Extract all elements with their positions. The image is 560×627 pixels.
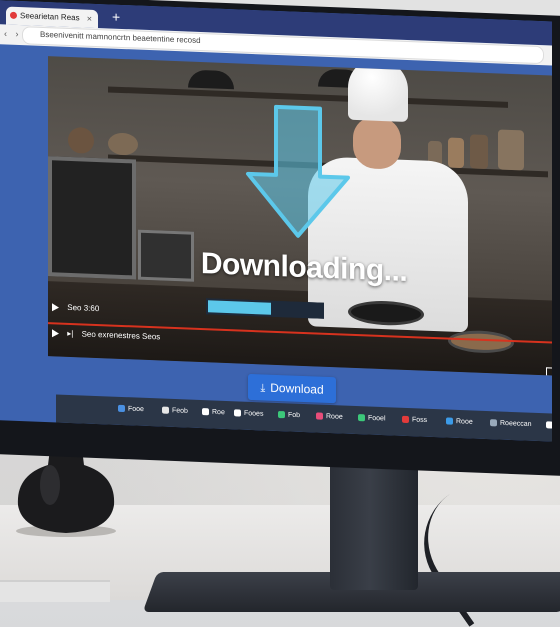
next-icon[interactable]: ▸| [67,329,73,338]
app-icon [490,419,497,427]
taskbar-item-label: Rooe [326,413,343,421]
close-icon[interactable]: × [87,10,92,28]
keyboard [0,580,110,602]
app-icon [316,412,323,420]
taskbar-item[interactable]: Roeeccan [490,419,532,428]
taskbar-item[interactable]: Foss [402,415,428,425]
fullscreen-icon[interactable] [546,367,552,376]
download-progress-fill [208,300,271,315]
taskbar-item[interactable]: Rooe [446,417,473,426]
download-arrow-icon [246,104,350,238]
taskbar-item[interactable]: Feob [162,406,188,415]
jar [498,129,524,171]
jar [470,134,488,170]
taskbar-item-label: Fooes [244,410,264,418]
kitchen-counter [48,281,552,376]
video-time-row: Seo 3:60 [52,302,99,313]
download-button[interactable]: ⤓ Download [248,373,336,404]
taskbar-item-label: Fooe [128,405,144,414]
taskbar-item[interactable]: Fob [278,410,301,420]
app-icon [234,409,241,417]
app-icon [358,414,365,422]
jar [448,137,464,169]
taskbar-item[interactable]: Roe [202,408,225,416]
chef-hat [348,57,408,122]
tab-title: Seearietan Reas [20,11,80,23]
taskbar-item-label: Fob [288,411,301,420]
monitor: Seearietan Reas × + ‹ › ↻ Bseenivenitt m… [0,0,560,477]
new-tab-icon[interactable]: + [112,9,120,25]
taskbar-item-label: Roeeccan [500,419,532,429]
vase [16,449,116,537]
taskbar-item-label: Fooel [368,414,386,423]
taskbar-item[interactable]: Fooes [234,409,264,418]
taskbar-item[interactable]: Rooe [316,412,343,421]
pot [68,126,94,154]
app-icon [162,406,169,414]
taskbar-item-label: Rooe [456,418,473,426]
taskbar-item-label: Roe [212,408,225,417]
app-icon [118,404,125,413]
app-icon [402,415,409,424]
taskbar-item[interactable]: Foe [546,421,552,429]
chef-head [353,115,401,170]
download-button-label: Download [270,380,324,397]
screen: Seearietan Reas × + ‹ › ↻ Bseenivenitt m… [0,0,552,442]
tab-favicon-icon [10,11,17,19]
video-player[interactable]: Downloading... Seo 3:60 ▸| Seo exrenestr… [48,56,552,376]
app-icon [546,421,552,429]
taskbar-item-label: Foss [412,416,428,425]
app-icon [446,417,453,425]
pendant-lamp [188,69,234,90]
taskbar-item[interactable]: Fooel [358,414,386,422]
app-icon [278,410,285,419]
taskbar-item-label: Feob [172,407,188,415]
video-time: Seo 3:60 [67,302,100,314]
download-icon: ⤓ [260,382,266,395]
taskbar-item[interactable]: Fooe [118,404,144,414]
play-icon[interactable] [52,303,59,312]
play-icon[interactable] [52,329,59,338]
pot [108,132,138,156]
app-icon [202,408,209,416]
